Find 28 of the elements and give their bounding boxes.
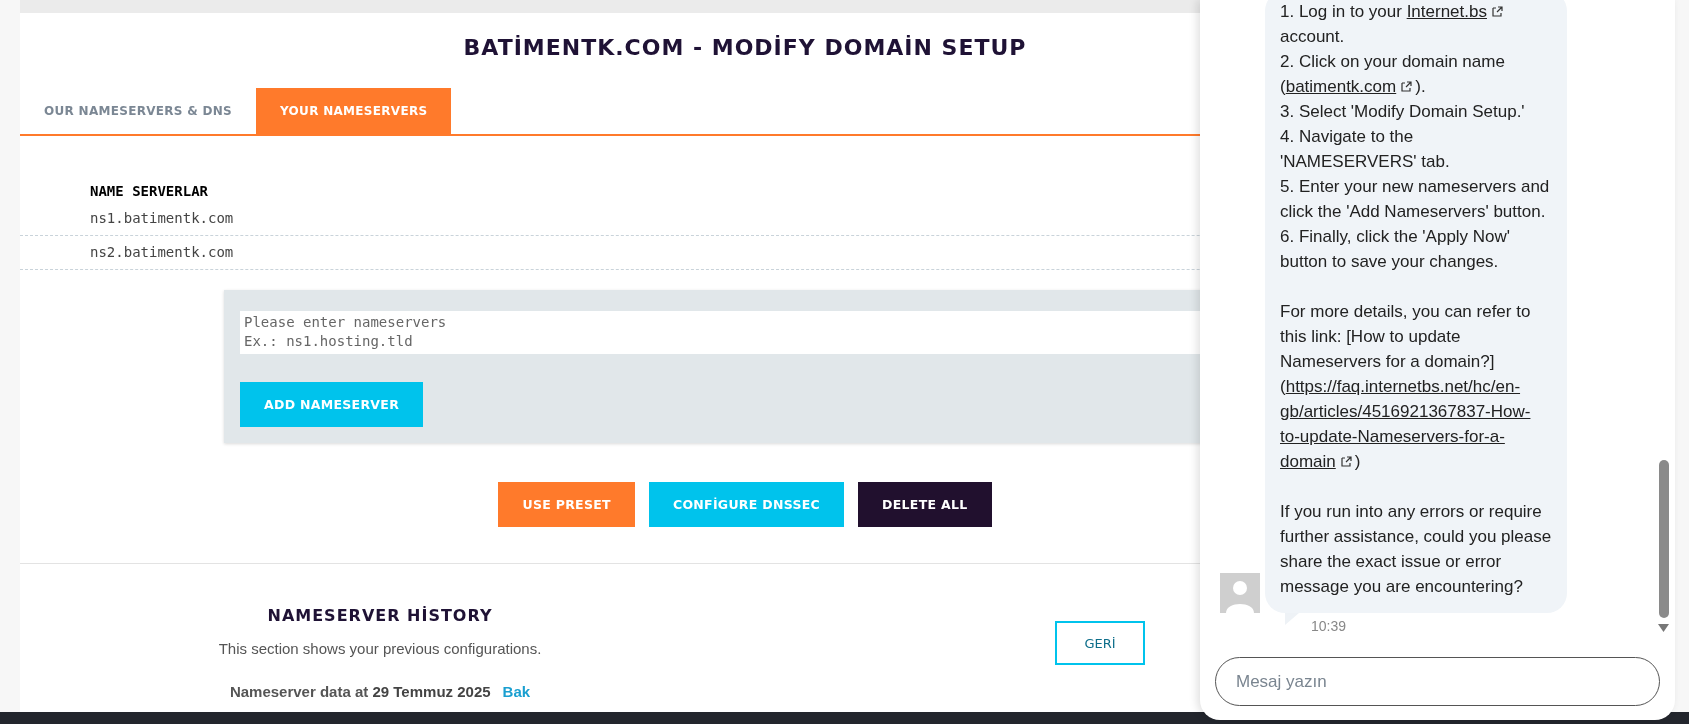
link[interactable]: Internet.bs xyxy=(1406,2,1487,21)
column-heading: NAME SERVERLAR xyxy=(90,182,208,201)
external-link-icon xyxy=(1490,5,1504,18)
action-button[interactable]: DELETE ALL xyxy=(858,482,992,527)
page-title: BATİMENTK.COM - MODİFY DOMAİN SETUP xyxy=(463,34,1027,62)
message-text: 4. Navigate to the 'NAMESERVERS' tab. xyxy=(1280,126,1451,173)
section-description: This section shows your previous configurations. xyxy=(217,640,543,657)
message-text: 3. Select 'Modify Domain Setup.' xyxy=(1280,101,1526,123)
scrollbar[interactable] xyxy=(1658,460,1670,635)
scroll-down-icon xyxy=(1658,624,1669,632)
message-text: 1. Log in to your Internet.bs account. xyxy=(1280,0,1552,49)
external-link-icon xyxy=(1400,80,1414,93)
message-text: If you run into any errors or require further assistance, could you please share the exact issue or error message you are encountering? xyxy=(1280,501,1552,598)
message-input[interactable]: Mesaj yazın xyxy=(1215,657,1660,706)
message-text: 2. Click on your domain name (batimentk.com ). xyxy=(1280,51,1506,98)
message-text: For more details, you can refer to this link: [How to update Nameservers for a domain?] (https://faq.internetbs.net/hc/en- gb/articles/4516921367837-How- to-update-Nameservers-for-a- domain ) xyxy=(1280,301,1532,473)
external-link-icon xyxy=(1339,455,1353,468)
link[interactable]: batimentk.com xyxy=(1285,77,1397,96)
section-title: NAMESERVER HİSTORY xyxy=(266,605,494,627)
link[interactable]: to-update-Nameservers-for-a- xyxy=(1280,427,1505,446)
message-time: 10:39 xyxy=(1311,618,1347,634)
nameserver-input[interactable]: Please enter nameservers Ex.: ns1.hosting.tld xyxy=(240,311,1200,354)
link[interactable]: gb/articles/4516921367837-How- xyxy=(1280,402,1531,421)
back-button[interactable]: GERİ xyxy=(1055,621,1145,665)
history-entry: Nameserver data at 29 Temmuz 2025 xyxy=(229,683,491,700)
avatar-icon xyxy=(1220,573,1260,613)
link[interactable]: domain xyxy=(1280,452,1336,471)
link[interactable]: https://faq.internetbs.net/hc/en- xyxy=(1285,377,1521,396)
